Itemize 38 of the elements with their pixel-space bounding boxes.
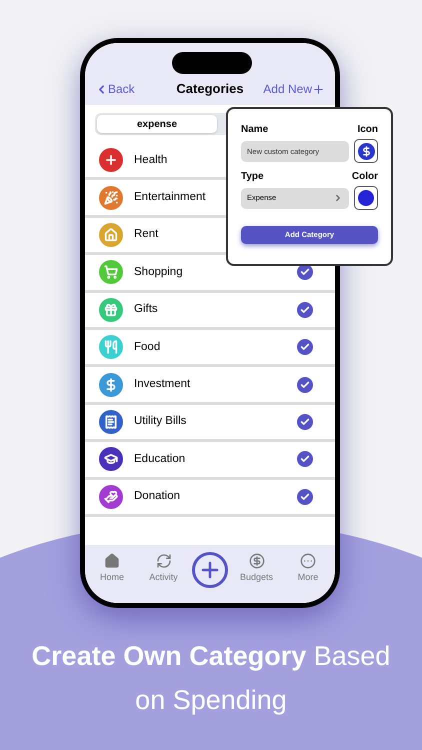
back-button[interactable]: Back: [95, 80, 165, 98]
caption: Create Own Category Based on Spending: [30, 640, 392, 717]
icon-label: Icon: [357, 123, 378, 137]
chevron-right-icon: [333, 193, 343, 203]
dollar-icon: [360, 146, 372, 156]
category-name: Education: [134, 452, 186, 467]
checkmark-icon[interactable]: [297, 414, 313, 430]
dollar-circle-icon: [248, 553, 264, 569]
more-icon: [300, 553, 316, 569]
type-label: Type: [241, 170, 264, 184]
category-name: Food: [134, 340, 160, 355]
segment-tab[interactable]: expense: [97, 115, 217, 133]
add-new-button[interactable]: Add New: [255, 80, 325, 98]
checkmark-icon[interactable]: [297, 302, 313, 318]
plus-icon: [312, 82, 325, 96]
category-name: Donation: [134, 489, 180, 504]
category-name: Health: [134, 152, 168, 168]
icon-picker[interactable]: [354, 139, 378, 163]
name-label: Name: [241, 123, 268, 137]
screen-title: Categories: [175, 80, 245, 98]
checkmark-icon[interactable]: [297, 376, 313, 393]
house-icon: [104, 553, 120, 569]
checkmark-icon[interactable]: [297, 451, 313, 468]
tab-bar-item[interactable]: Budgets: [234, 553, 280, 584]
category-name: Shopping: [134, 264, 183, 280]
category-name: Gifts: [134, 302, 158, 318]
tab-bar-item[interactable]: More: [285, 553, 331, 584]
tab-bar-item[interactable]: Home: [89, 553, 135, 584]
tab-bar-item[interactable]: Activity: [140, 553, 186, 584]
checkmark-icon[interactable]: [297, 488, 313, 505]
color-label: Color: [352, 170, 378, 184]
category-name: Investment: [134, 376, 190, 392]
category-name: Rent: [134, 227, 158, 242]
checkmark-icon[interactable]: [297, 339, 313, 356]
category-name: Entertainment: [134, 190, 206, 205]
color-picker[interactable]: [354, 186, 378, 210]
category-name: Utility Bills: [134, 414, 186, 430]
add-button[interactable]: [192, 552, 228, 588]
